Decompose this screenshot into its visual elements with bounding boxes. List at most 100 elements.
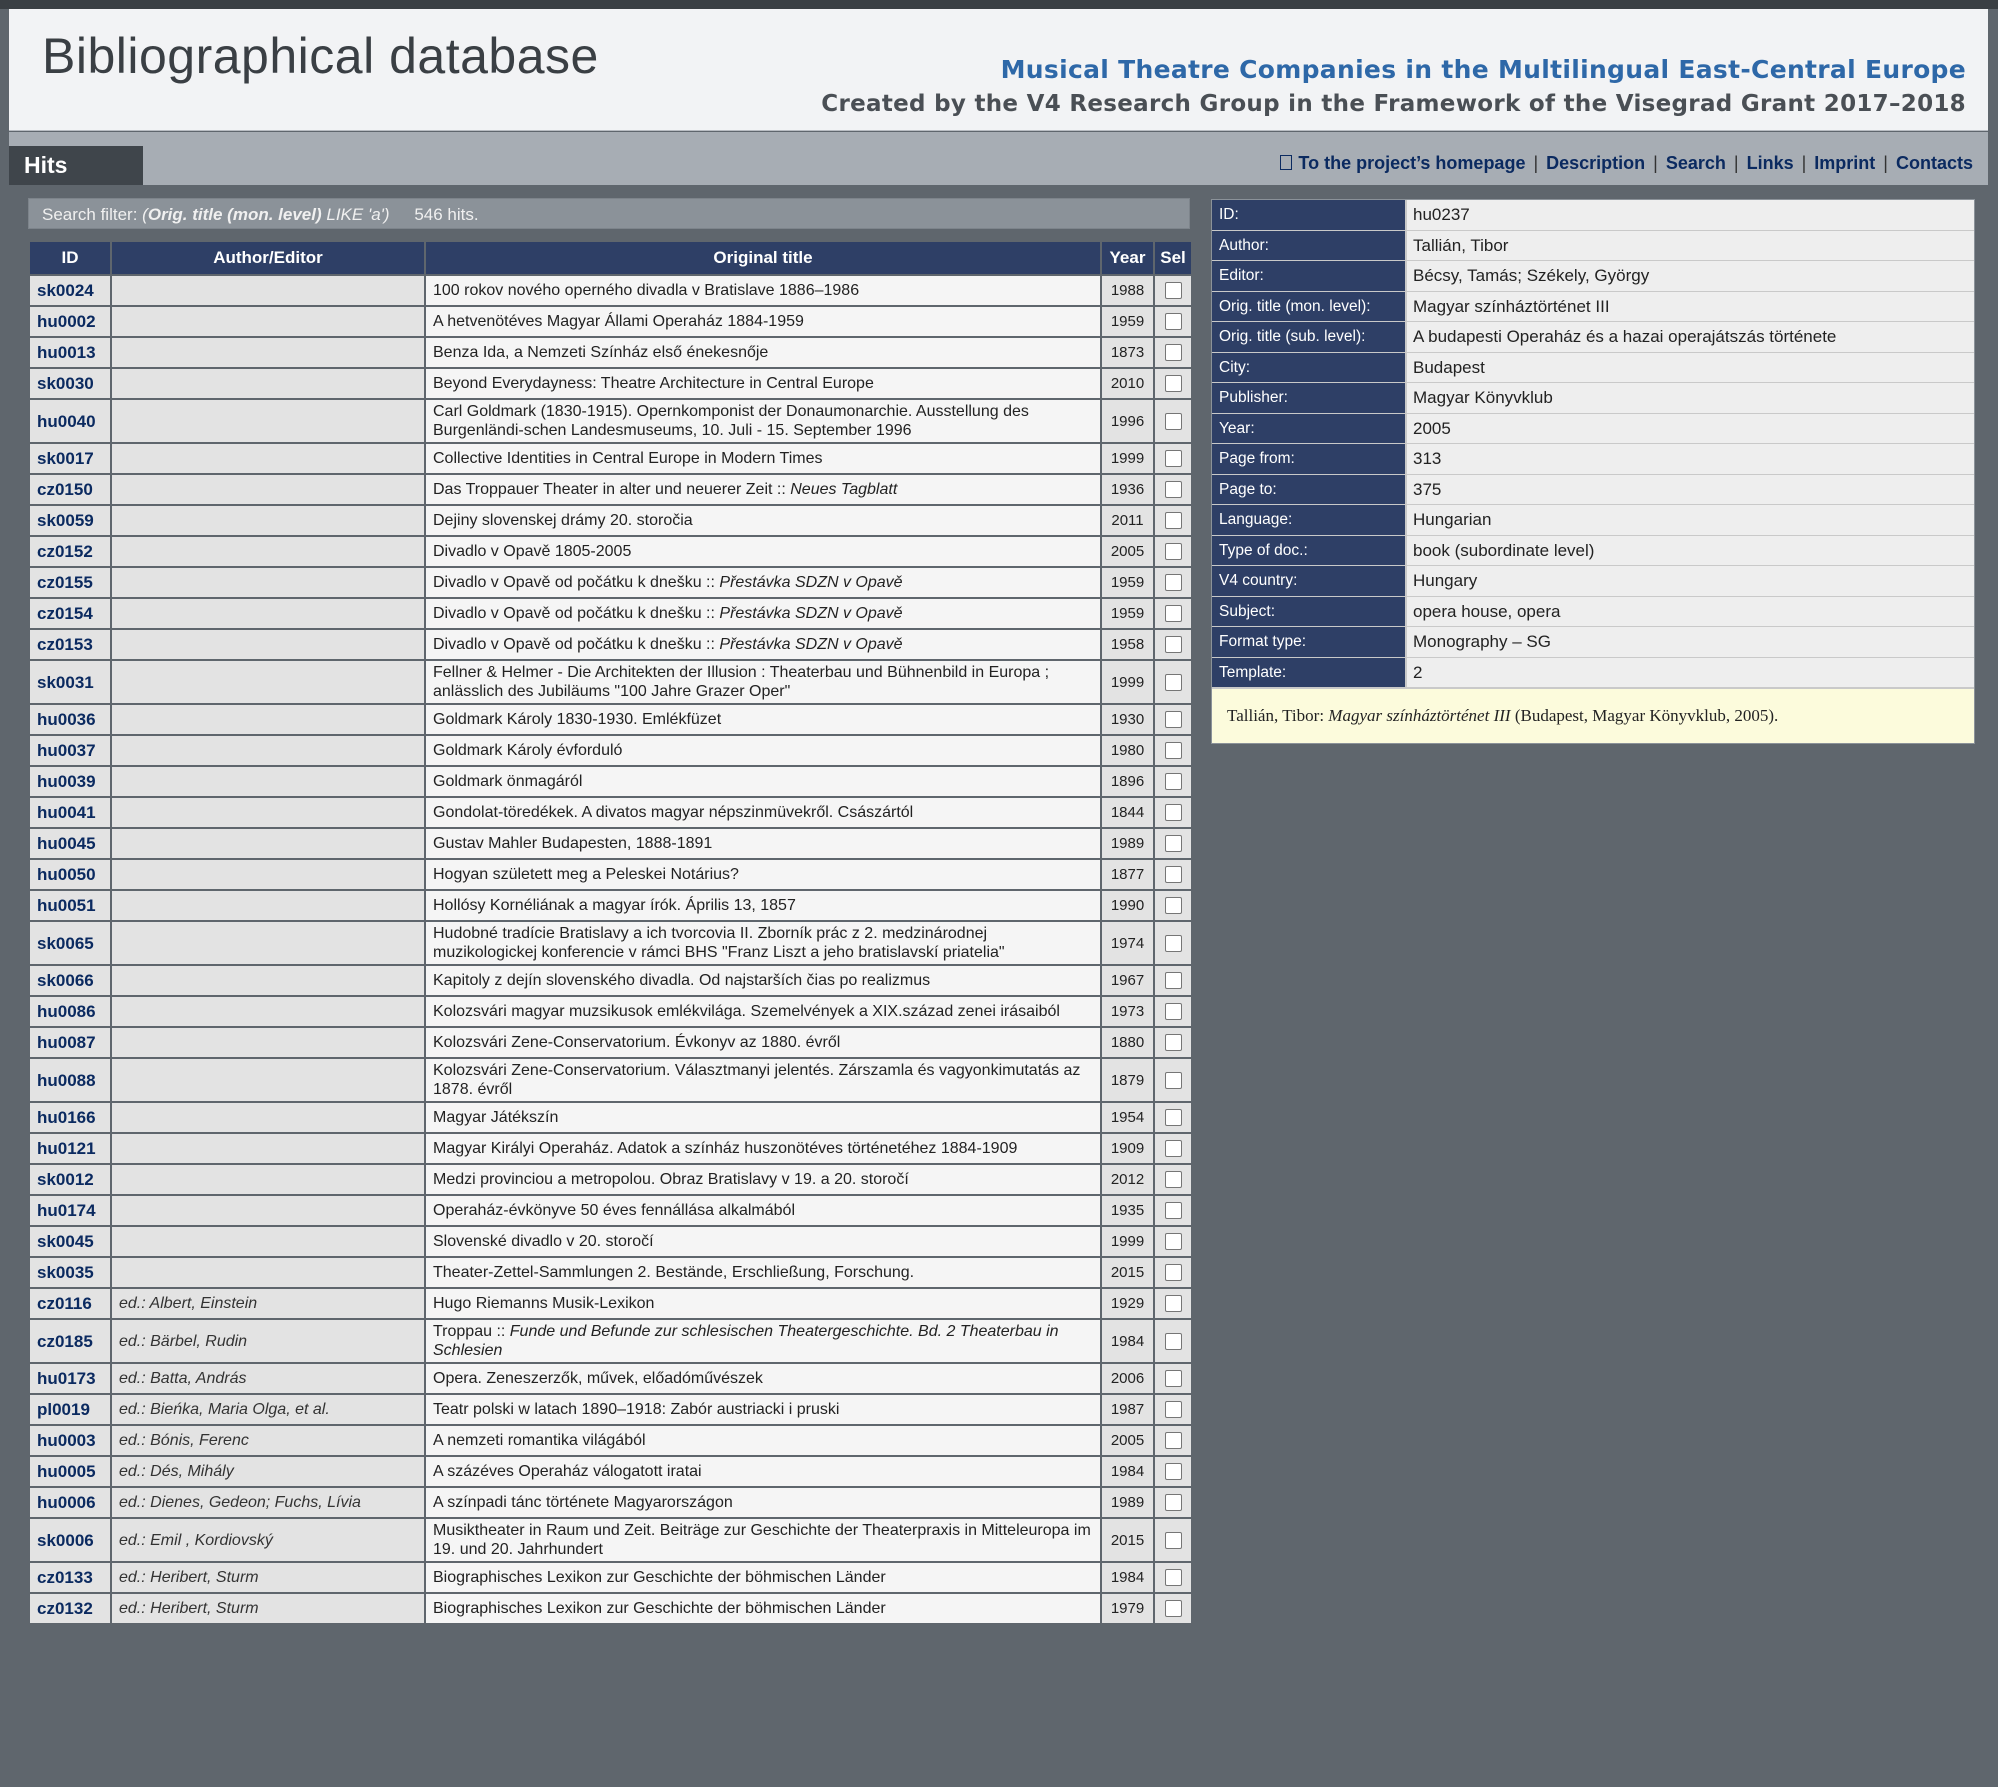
select-checkbox[interactable] — [1164, 934, 1182, 952]
table-row[interactable]: sk0035 Theater-Zettel-Sammlungen 2. Bestä… — [28, 1256, 1193, 1289]
table-row[interactable]: sk0066 Kapitoly z dejín slovenského divad… — [28, 964, 1193, 997]
record-id-link[interactable]: sk0035 — [28, 1256, 112, 1289]
table-row[interactable]: hu0121 Magyar Királyi Operaház. Adatok a … — [28, 1132, 1193, 1165]
table-row[interactable]: hu0174 Operaház-évkönyve 50 éves fennállá… — [28, 1194, 1193, 1227]
table-row[interactable]: hu0039 Goldmark önmagáról 1896 — [28, 765, 1193, 798]
table-row[interactable]: hu0086 Kolozsvári magyar muzsikusok emlék… — [28, 995, 1193, 1028]
nav-link-links[interactable]: Links — [1747, 153, 1794, 173]
table-row[interactable]: hu0051 Hollósy Kornéliának a magyar írók.… — [28, 889, 1193, 922]
table-row[interactable]: hu0036 Goldmark Károly 1830-1930. Emlékfü… — [28, 703, 1193, 736]
record-id-link[interactable]: sk0059 — [28, 504, 112, 537]
select-checkbox[interactable] — [1164, 972, 1182, 990]
table-row[interactable]: hu0006 ed.: Dienes, Gedeon; Fuchs, Lívia A… — [28, 1486, 1193, 1519]
table-row[interactable]: hu0173 ed.: Batta, András Opera. Zeneszerz… — [28, 1362, 1193, 1395]
table-row[interactable]: cz0153 Divadlo v Opavě od počátku k dnešk… — [28, 628, 1193, 661]
select-checkbox[interactable] — [1164, 450, 1182, 468]
select-checkbox[interactable] — [1164, 574, 1182, 592]
record-id-link[interactable]: hu0166 — [28, 1101, 112, 1134]
record-id-link[interactable]: hu0036 — [28, 703, 112, 736]
table-row[interactable]: hu0045 Gustav Mahler Budapesten, 1888-189… — [28, 827, 1193, 860]
select-checkbox[interactable] — [1164, 605, 1182, 623]
table-row[interactable]: hu0003 ed.: Bónis, Ferenc A nemzeti romant… — [28, 1424, 1193, 1457]
record-id-link[interactable]: cz0133 — [28, 1561, 112, 1594]
record-id-link[interactable]: sk0006 — [28, 1517, 112, 1563]
record-id-link[interactable]: cz0155 — [28, 566, 112, 599]
table-row[interactable]: cz0133 ed.: Heribert, Sturm Biographisches… — [28, 1561, 1193, 1594]
select-checkbox[interactable] — [1164, 512, 1182, 530]
record-id-link[interactable]: hu0037 — [28, 734, 112, 767]
select-checkbox[interactable] — [1164, 804, 1182, 822]
table-row[interactable]: hu0002 A hetvenötéves Magyar Állami Opera… — [28, 305, 1193, 338]
record-id-link[interactable]: cz0153 — [28, 628, 112, 661]
select-checkbox[interactable] — [1164, 1432, 1182, 1450]
select-checkbox[interactable] — [1164, 313, 1182, 331]
select-checkbox[interactable] — [1164, 1003, 1182, 1021]
record-id-link[interactable]: cz0116 — [28, 1287, 112, 1320]
column-header-id[interactable]: ID — [28, 240, 112, 276]
select-checkbox[interactable] — [1164, 1569, 1182, 1587]
select-checkbox[interactable] — [1164, 1109, 1182, 1127]
record-id-link[interactable]: sk0031 — [28, 659, 112, 705]
table-row[interactable]: hu0166 Magyar Játékszín 1954 — [28, 1101, 1193, 1134]
select-checkbox[interactable] — [1164, 344, 1182, 362]
select-checkbox[interactable] — [1164, 673, 1182, 691]
table-row[interactable]: sk0006 ed.: Emil , Kordiovský Musiktheater… — [28, 1517, 1193, 1563]
record-id-link[interactable]: hu0088 — [28, 1057, 112, 1103]
record-id-link[interactable]: hu0003 — [28, 1424, 112, 1457]
record-id-link[interactable]: hu0050 — [28, 858, 112, 891]
table-row[interactable]: sk0065 Hudobné tradície Bratislavy a ich … — [28, 920, 1193, 966]
table-row[interactable]: hu0088 Kolozsvári Zene-Conservatorium. Vá… — [28, 1057, 1193, 1103]
record-id-link[interactable]: hu0174 — [28, 1194, 112, 1227]
column-header-title[interactable]: Original title — [424, 240, 1102, 276]
table-row[interactable]: cz0152 Divadlo v Opavě 1805-2005 2005 — [28, 535, 1193, 568]
select-checkbox[interactable] — [1164, 866, 1182, 884]
record-id-link[interactable]: hu0173 — [28, 1362, 112, 1395]
select-checkbox[interactable] — [1164, 1264, 1182, 1282]
table-row[interactable]: hu0087 Kolozsvári Zene-Conservatorium. Év… — [28, 1026, 1193, 1059]
select-checkbox[interactable] — [1164, 773, 1182, 791]
column-header-year[interactable]: Year — [1100, 240, 1155, 276]
record-id-link[interactable]: pl0019 — [28, 1393, 112, 1426]
select-checkbox[interactable] — [1164, 1494, 1182, 1512]
select-checkbox[interactable] — [1164, 375, 1182, 393]
select-checkbox[interactable] — [1164, 1233, 1182, 1251]
record-id-link[interactable]: cz0154 — [28, 597, 112, 630]
table-row[interactable]: hu0040 Carl Goldmark (1830-1915). Opernko… — [28, 398, 1193, 444]
record-id-link[interactable]: sk0066 — [28, 964, 112, 997]
table-row[interactable]: hu0037 Goldmark Károly évforduló 1980 — [28, 734, 1193, 767]
record-id-link[interactable]: hu0005 — [28, 1455, 112, 1488]
table-row[interactable]: cz0116 ed.: Albert, Einstein Hugo Riemanns… — [28, 1287, 1193, 1320]
select-checkbox[interactable] — [1164, 282, 1182, 300]
table-row[interactable]: cz0155 Divadlo v Opavě od počátku k dnešk… — [28, 566, 1193, 599]
select-checkbox[interactable] — [1164, 1463, 1182, 1481]
table-row[interactable]: cz0150 Das Troppauer Theater in alter und… — [28, 473, 1193, 506]
table-row[interactable]: cz0185 ed.: Bärbel, Rudin Troppau :: Funde… — [28, 1318, 1193, 1364]
record-id-link[interactable]: hu0006 — [28, 1486, 112, 1519]
table-row[interactable]: cz0132 ed.: Heribert, Sturm Biographisches… — [28, 1592, 1193, 1625]
select-checkbox[interactable] — [1164, 1600, 1182, 1618]
table-row[interactable]: sk0012 Medzi provinciou a metropolou. Obr… — [28, 1163, 1193, 1196]
record-id-link[interactable]: cz0185 — [28, 1318, 112, 1364]
record-id-link[interactable]: hu0051 — [28, 889, 112, 922]
select-checkbox[interactable] — [1164, 481, 1182, 499]
record-id-link[interactable]: sk0045 — [28, 1225, 112, 1258]
table-row[interactable]: hu0013 Benza Ida, a Nemzeti Színház első … — [28, 336, 1193, 369]
record-id-link[interactable]: sk0017 — [28, 442, 112, 475]
record-id-link[interactable]: hu0086 — [28, 995, 112, 1028]
select-checkbox[interactable] — [1164, 1140, 1182, 1158]
table-row[interactable]: sk0059 Dejiny slovenskej drámy 20. storoč… — [28, 504, 1193, 537]
record-id-link[interactable]: hu0040 — [28, 398, 112, 444]
table-row[interactable]: sk0024 100 rokov nového operného divadla … — [28, 274, 1193, 307]
select-checkbox[interactable] — [1164, 1171, 1182, 1189]
select-checkbox[interactable] — [1164, 835, 1182, 853]
table-row[interactable]: hu0050 Hogyan született meg a Peleskei No… — [28, 858, 1193, 891]
column-header-author[interactable]: Author/Editor — [110, 240, 426, 276]
record-id-link[interactable]: hu0087 — [28, 1026, 112, 1059]
record-id-link[interactable]: cz0150 — [28, 473, 112, 506]
select-checkbox[interactable] — [1164, 1401, 1182, 1419]
select-checkbox[interactable] — [1164, 1202, 1182, 1220]
record-id-link[interactable]: sk0065 — [28, 920, 112, 966]
select-checkbox[interactable] — [1164, 711, 1182, 729]
table-row[interactable]: hu0041 Gondolat-töredékek. A divatos magy… — [28, 796, 1193, 829]
select-checkbox[interactable] — [1164, 1332, 1182, 1350]
